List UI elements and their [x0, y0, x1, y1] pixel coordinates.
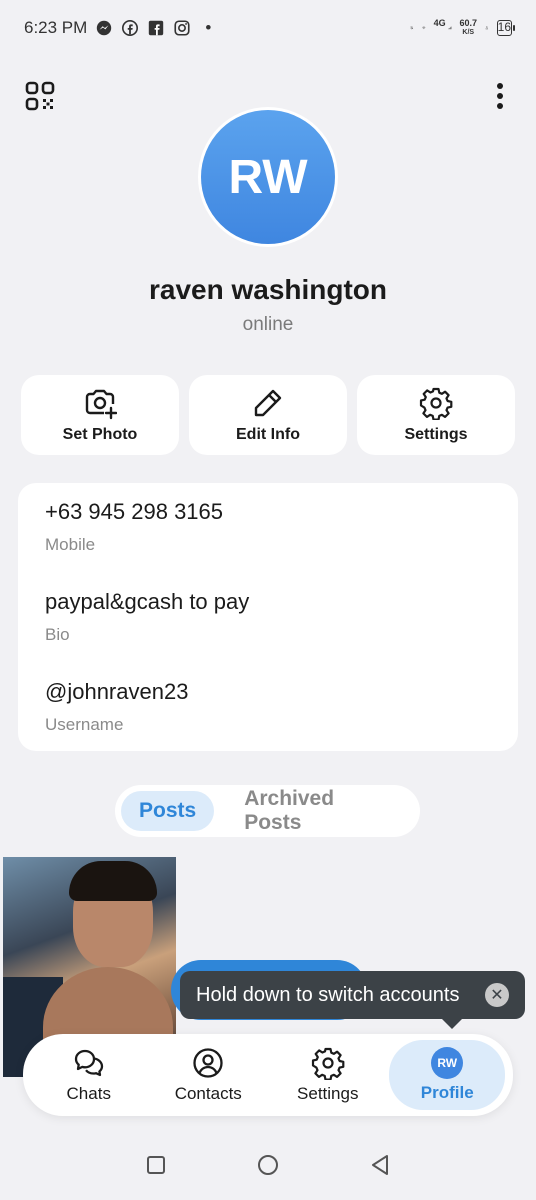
posts-tabs: Posts Archived Posts	[115, 785, 420, 837]
gear-icon	[419, 387, 453, 420]
nav-chats[interactable]: Chats	[31, 1040, 147, 1110]
nav-settings[interactable]: Settings	[270, 1040, 386, 1110]
profile-status: online	[242, 314, 294, 335]
info-row-username[interactable]: @johnraven23 Username	[45, 679, 491, 767]
net-speed: 60.7 K/S	[459, 18, 478, 37]
info-card: +63 945 298 3165 Mobile paypal&gcash to …	[18, 483, 518, 751]
gear-icon	[311, 1047, 345, 1080]
info-row-bio[interactable]: paypal&gcash to pay Bio	[45, 589, 491, 677]
qr-code-icon[interactable]	[24, 80, 56, 112]
signal-icon	[448, 26, 452, 30]
tooltip-text: Hold down to switch accounts	[196, 983, 460, 1006]
messenger-icon	[97, 20, 112, 36]
set-photo-button[interactable]: Set Photo	[21, 375, 179, 455]
tab-posts[interactable]: Posts	[121, 791, 215, 831]
nav-profile-avatar: RW	[431, 1047, 464, 1079]
nav-profile[interactable]: RW Profile	[389, 1040, 506, 1110]
tab-archived-posts[interactable]: Archived Posts	[226, 779, 414, 843]
home-circle-icon[interactable]	[256, 1153, 280, 1177]
post-photo-hair	[69, 861, 157, 901]
profile-name: raven washington	[148, 274, 388, 305]
nav-profile-label: Profile	[420, 1083, 474, 1102]
username-value: @johnraven23	[45, 679, 189, 704]
battery-indicator: 16	[496, 20, 516, 36]
bio-label: Bio	[45, 625, 70, 644]
edit-info-button[interactable]: Edit Info	[189, 375, 347, 455]
switch-accounts-tooltip: Hold down to switch accounts ✕	[180, 971, 525, 1029]
info-row-mobile[interactable]: +63 945 298 3165 Mobile	[45, 499, 491, 587]
edit-info-label: Edit Info	[236, 426, 300, 443]
chat-bubble-icon	[74, 1049, 103, 1077]
nav-contacts[interactable]: Contacts	[150, 1040, 266, 1110]
bottom-nav: Chats Contacts Settings RW Profile	[23, 1034, 513, 1116]
bio-value: paypal&gcash to pay	[45, 589, 250, 614]
settings-label: Settings	[404, 426, 468, 443]
clock: 6:23 PM	[24, 18, 88, 37]
recents-square-icon[interactable]	[144, 1153, 168, 1177]
instagram-icon	[174, 20, 190, 36]
facebook-icon	[122, 19, 139, 37]
mobile-value: +63 945 298 3165	[45, 499, 224, 524]
nav-settings-label: Settings	[297, 1084, 359, 1103]
nav-contacts-label: Contacts	[174, 1084, 242, 1103]
person-circle-icon	[193, 1048, 223, 1078]
profile-avatar[interactable]: RW	[201, 110, 335, 244]
settings-button[interactable]: Settings	[357, 375, 515, 455]
more-vert-icon[interactable]	[486, 80, 514, 112]
set-photo-label: Set Photo	[62, 426, 138, 443]
pencil-icon	[254, 389, 282, 417]
facebook-square-icon	[149, 20, 164, 36]
close-icon[interactable]: ✕	[485, 983, 509, 1007]
bell-off-icon	[410, 26, 414, 30]
notification-dot: •	[205, 18, 212, 37]
system-nav-bar	[0, 1140, 536, 1190]
flask-icon	[485, 26, 489, 30]
status-bar: 6:23 PM • 4G 60.7 K/S 16	[0, 0, 536, 56]
username-label: Username	[45, 715, 124, 734]
network-type: 4G	[433, 18, 446, 28]
nav-chats-label: Chats	[66, 1084, 111, 1103]
camera-add-icon	[85, 389, 117, 420]
wifi-icon	[422, 26, 426, 30]
mobile-label: Mobile	[45, 535, 96, 554]
back-triangle-icon[interactable]	[368, 1153, 392, 1177]
